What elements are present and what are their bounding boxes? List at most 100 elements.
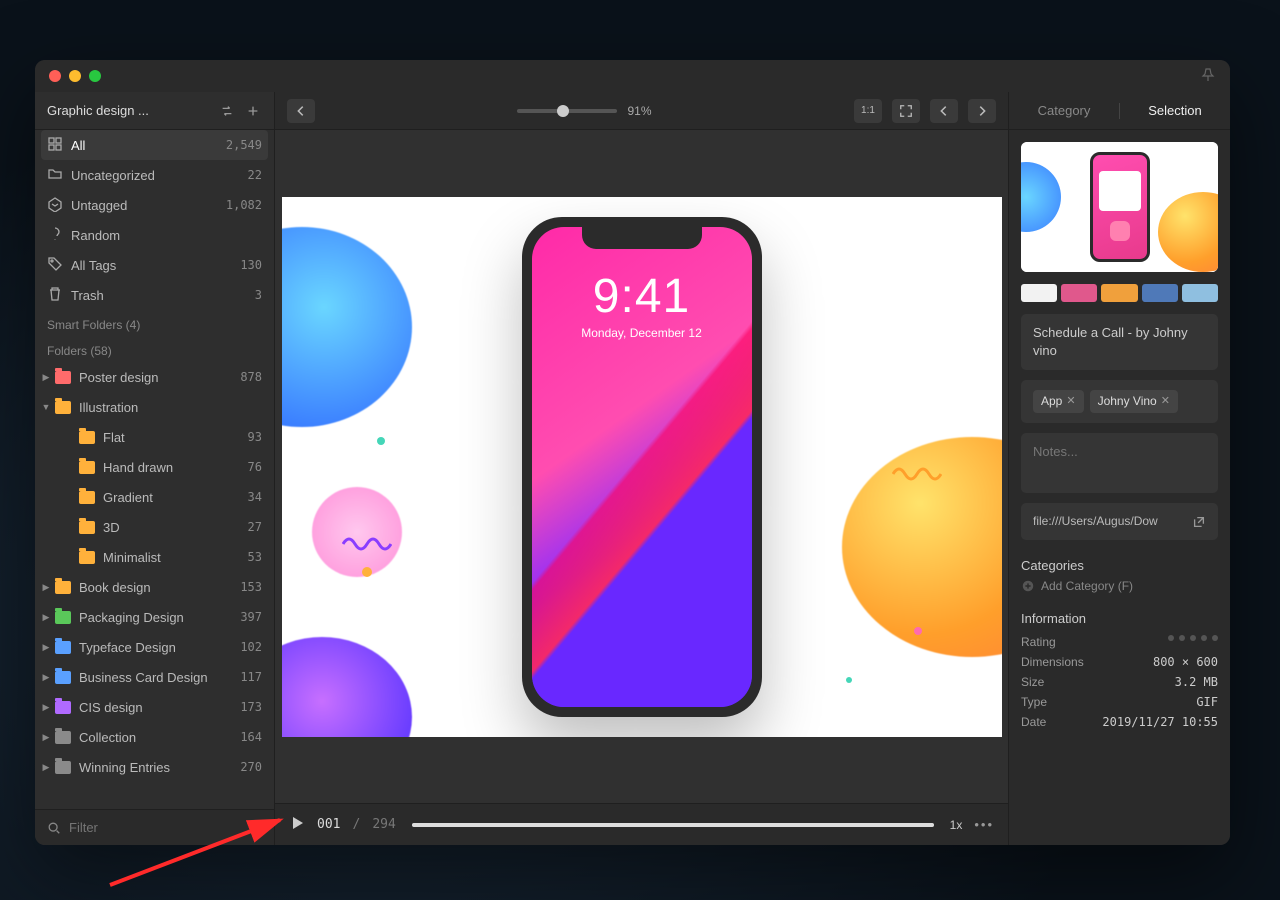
folder-collection[interactable]: ▶ Collection 164 bbox=[35, 722, 274, 752]
color-swatch[interactable] bbox=[1142, 284, 1178, 302]
search-icon bbox=[47, 821, 61, 835]
remove-tag-icon[interactable]: ✕ bbox=[1161, 394, 1170, 409]
color-swatch[interactable] bbox=[1061, 284, 1097, 302]
categories-label: Categories bbox=[1009, 550, 1230, 579]
chevron-icon[interactable]: ▶ bbox=[41, 372, 51, 383]
library-name[interactable]: Graphic design ... bbox=[47, 103, 210, 118]
frame-separator: / bbox=[352, 817, 360, 832]
folder-typeface-design[interactable]: ▶ Typeface Design 102 bbox=[35, 632, 274, 662]
folder-flat[interactable]: Flat 93 bbox=[35, 422, 274, 452]
inspector: Category Selection GIF Schedule a Call -… bbox=[1008, 92, 1230, 845]
smart-folders-section[interactable]: Smart Folders (4) bbox=[35, 310, 274, 336]
folder-icon bbox=[55, 401, 71, 414]
folder-icon bbox=[79, 521, 95, 534]
item-url[interactable]: file:///Users/Augus/Dow bbox=[1021, 503, 1218, 540]
sidebar-item-random[interactable]: Random bbox=[35, 220, 274, 250]
folder-icon bbox=[55, 641, 71, 654]
folder-packaging-design[interactable]: ▶ Packaging Design 397 bbox=[35, 602, 274, 632]
sidebar-item-trash[interactable]: Trash 3 bbox=[35, 280, 274, 310]
item-notes[interactable]: Notes... bbox=[1021, 433, 1218, 493]
information-label: Information bbox=[1009, 603, 1230, 632]
folder-illustration[interactable]: ▼ Illustration bbox=[35, 392, 274, 422]
preview-stage[interactable]: 9:41 Monday, December 12 bbox=[275, 130, 1008, 803]
info-rating[interactable]: Rating bbox=[1009, 632, 1230, 652]
minimize-button[interactable] bbox=[69, 70, 81, 82]
back-button[interactable] bbox=[287, 99, 315, 123]
tab-selection[interactable]: Selection bbox=[1120, 103, 1230, 118]
play-speed[interactable]: 1x bbox=[950, 818, 963, 832]
add-icon[interactable] bbox=[244, 102, 262, 120]
play-button[interactable] bbox=[289, 815, 305, 834]
main-toolbar: 91% 1:1 bbox=[275, 92, 1008, 130]
rating-dots[interactable] bbox=[1168, 635, 1218, 649]
folder-minimalist[interactable]: Minimalist 53 bbox=[35, 542, 274, 572]
folder-3d[interactable]: 3D 27 bbox=[35, 512, 274, 542]
sidebar-header: Graphic design ... bbox=[35, 92, 274, 130]
info-date: Date 2019/11/27 10:55 bbox=[1009, 712, 1230, 732]
inspector-tabs: Category Selection bbox=[1009, 92, 1230, 130]
sidebar-item-untagged[interactable]: Untagged 1,082 bbox=[35, 190, 274, 220]
folder-icon bbox=[55, 701, 71, 714]
chevron-icon[interactable]: ▶ bbox=[41, 732, 51, 743]
zoom-slider[interactable] bbox=[517, 109, 617, 113]
sidebar-item-all[interactable]: All 2,549 bbox=[41, 130, 268, 160]
zoom-button[interactable] bbox=[89, 70, 101, 82]
main-pane: 91% 1:1 bbox=[275, 92, 1008, 845]
trash-icon bbox=[47, 286, 63, 305]
folders-section[interactable]: Folders (58) bbox=[35, 336, 274, 362]
folder-winning-entries[interactable]: ▶ Winning Entries 270 bbox=[35, 752, 274, 782]
folder-icon bbox=[55, 371, 71, 384]
phone-mockup: 9:41 Monday, December 12 bbox=[522, 217, 762, 717]
random-icon bbox=[47, 226, 63, 245]
chevron-icon[interactable]: ▶ bbox=[41, 612, 51, 623]
chevron-icon[interactable]: ▶ bbox=[41, 762, 51, 773]
folder-gradient[interactable]: Gradient 34 bbox=[35, 482, 274, 512]
pin-icon[interactable] bbox=[1200, 67, 1216, 86]
chevron-icon[interactable]: ▶ bbox=[41, 582, 51, 593]
sidebar-scroll[interactable]: All 2,549 Uncategorized 22 Untagged 1,08… bbox=[35, 130, 274, 809]
chevron-icon[interactable]: ▼ bbox=[41, 402, 51, 412]
folder-icon bbox=[79, 431, 95, 444]
tab-category[interactable]: Category bbox=[1009, 103, 1119, 118]
color-swatch[interactable] bbox=[1182, 284, 1218, 302]
prev-button[interactable] bbox=[930, 99, 958, 123]
sidebar-item-uncategorized[interactable]: Uncategorized 22 bbox=[35, 160, 274, 190]
playbar: 001 / 294 1x ••• bbox=[275, 803, 1008, 845]
info-size: Size 3.2 MB bbox=[1009, 672, 1230, 692]
add-category-button[interactable]: Add Category (F) bbox=[1009, 579, 1230, 603]
folder-poster-design[interactable]: ▶ Poster design 878 bbox=[35, 362, 274, 392]
chevron-icon[interactable]: ▶ bbox=[41, 642, 51, 653]
folder-icon bbox=[55, 581, 71, 594]
chevron-icon[interactable]: ▶ bbox=[41, 702, 51, 713]
color-palette bbox=[1009, 284, 1230, 314]
color-swatch[interactable] bbox=[1101, 284, 1137, 302]
uncat-icon bbox=[47, 166, 63, 185]
open-url-icon[interactable] bbox=[1192, 515, 1206, 529]
thumbnail-preview[interactable]: GIF bbox=[1021, 142, 1218, 272]
folder-business-card-design[interactable]: ▶ Business Card Design 117 bbox=[35, 662, 274, 692]
tag-johny-vino[interactable]: Johny Vino✕ bbox=[1090, 390, 1178, 413]
info-dimensions: Dimensions 800 × 600 bbox=[1009, 652, 1230, 672]
color-swatch[interactable] bbox=[1021, 284, 1057, 302]
item-title[interactable]: Schedule a Call - by Johny vino bbox=[1021, 314, 1218, 370]
info-type: Type GIF bbox=[1009, 692, 1230, 712]
frame-total: 294 bbox=[372, 817, 395, 832]
chevron-icon[interactable]: ▶ bbox=[41, 672, 51, 683]
next-button[interactable] bbox=[968, 99, 996, 123]
switch-library-icon[interactable] bbox=[218, 102, 236, 120]
more-button[interactable]: ••• bbox=[974, 817, 994, 832]
titlebar bbox=[35, 60, 1230, 92]
item-tags[interactable]: App✕ Johny Vino✕ bbox=[1021, 380, 1218, 423]
actual-size-button[interactable]: 1:1 bbox=[854, 99, 882, 123]
tag-app[interactable]: App✕ bbox=[1033, 390, 1084, 413]
remove-tag-icon[interactable]: ✕ bbox=[1066, 394, 1075, 409]
folder-hand-drawn[interactable]: Hand drawn 76 bbox=[35, 452, 274, 482]
phone-time: 9:41 bbox=[522, 269, 762, 324]
close-button[interactable] bbox=[49, 70, 61, 82]
filter-input[interactable] bbox=[69, 820, 262, 835]
play-progress[interactable] bbox=[412, 823, 934, 827]
folder-cis-design[interactable]: ▶ CIS design 173 bbox=[35, 692, 274, 722]
sidebar-item-all-tags[interactable]: All Tags 130 bbox=[35, 250, 274, 280]
fit-button[interactable] bbox=[892, 99, 920, 123]
folder-book-design[interactable]: ▶ Book design 153 bbox=[35, 572, 274, 602]
